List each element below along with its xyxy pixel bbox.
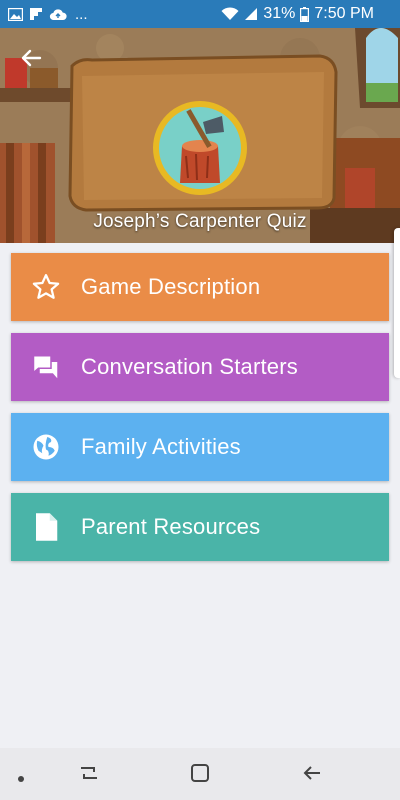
battery-percent: 31%	[263, 5, 296, 22]
menu-item-game-description[interactable]: Game Description	[11, 253, 389, 321]
back-button[interactable]	[12, 40, 50, 76]
menu-item-conversation-starters[interactable]: Conversation Starters	[11, 333, 389, 401]
document-icon	[36, 513, 58, 541]
recent-apps-icon[interactable]	[78, 762, 100, 789]
flipboard-icon	[29, 7, 43, 21]
menu-list: Game Description Conversation Starters F…	[11, 253, 389, 573]
battery-icon	[300, 6, 310, 22]
home-icon[interactable]	[189, 762, 211, 789]
edge-panel-handle[interactable]	[394, 228, 400, 378]
status-time: 7:50 PM	[314, 5, 374, 22]
menu-item-family-activities[interactable]: Family Activities	[11, 413, 389, 481]
globe-icon	[33, 434, 59, 460]
hero-banner: Joseph’s Carpenter Quiz	[0, 28, 400, 243]
nav-dot-icon[interactable]	[17, 770, 25, 788]
menu-item-parent-resources[interactable]: Parent Resources	[11, 493, 389, 561]
chat-bubbles-icon	[32, 355, 58, 379]
signal-icon	[244, 7, 258, 21]
wifi-icon	[221, 7, 239, 21]
back-nav-icon[interactable]	[301, 762, 323, 789]
status-bar: ... 31% 7:50 PM	[0, 0, 400, 28]
image-icon	[8, 7, 23, 21]
menu-item-label: Game Description	[81, 274, 261, 299]
menu-item-label: Conversation Starters	[81, 354, 298, 379]
menu-item-label: Parent Resources	[81, 514, 261, 539]
menu-item-label: Family Activities	[81, 434, 241, 459]
system-nav-bar	[0, 748, 400, 800]
cloud-upload-icon	[49, 8, 67, 21]
star-outline-icon	[32, 274, 60, 299]
arrow-back-icon	[21, 49, 42, 67]
quiz-title: Joseph’s Carpenter Quiz	[93, 211, 307, 232]
status-overflow: ...	[75, 5, 88, 23]
